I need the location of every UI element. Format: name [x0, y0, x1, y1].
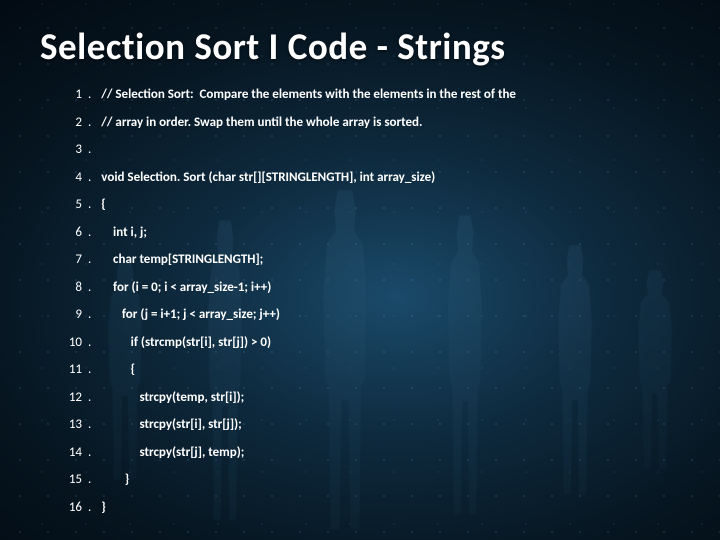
code-line: 14. strcpy(str[j], temp);: [62, 446, 690, 459]
code-block: 1. // Selection Sort: Compare the element…: [62, 88, 690, 528]
line-text: {: [101, 363, 135, 376]
line-number: 16: [62, 501, 82, 514]
line-number-dot: .: [88, 143, 91, 156]
line-text: void Selection. Sort (char str[][STRINGL…: [101, 171, 435, 184]
line-number-dot: .: [88, 253, 91, 266]
slide: Selection Sort I Code - Strings 1. // Sel…: [0, 0, 720, 540]
line-number-dot: .: [88, 308, 91, 321]
line-text: {: [101, 198, 105, 211]
line-number: 11: [62, 363, 82, 376]
line-number: 5: [62, 198, 82, 211]
code-line: 8. for (i = 0; i < array_size-1; i++): [62, 281, 690, 294]
line-text: for (i = 0; i < array_size-1; i++): [101, 281, 271, 294]
line-number-dot: .: [88, 116, 91, 129]
code-line: 13. strcpy(str[i], str[j]);: [62, 418, 690, 431]
line-text: strcpy(str[i], str[j]);: [101, 418, 241, 431]
line-number-dot: .: [88, 363, 91, 376]
line-text: // array in order. Swap them until the w…: [101, 116, 422, 129]
line-text: }: [101, 473, 129, 486]
code-line: 2. // array in order. Swap them until the…: [62, 116, 690, 129]
code-line: 16.}: [62, 501, 690, 514]
code-line: 5. {: [62, 198, 690, 211]
line-text: }: [101, 501, 105, 514]
line-number: 10: [62, 336, 82, 349]
line-number: 9: [62, 308, 82, 321]
line-number-dot: .: [88, 473, 91, 486]
line-number: 8: [62, 281, 82, 294]
line-number: 15: [62, 473, 82, 486]
code-line: 15. }: [62, 473, 690, 486]
line-number: 2: [62, 116, 82, 129]
line-number-dot: .: [88, 418, 91, 431]
code-line: 3.: [62, 143, 690, 156]
line-number: 14: [62, 446, 82, 459]
line-number: 3: [62, 143, 82, 156]
line-number: 12: [62, 391, 82, 404]
code-line: 12. strcpy(temp, str[i]);: [62, 391, 690, 404]
line-number: 13: [62, 418, 82, 431]
code-line: 9. for (j = i+1; j < array_size; j++): [62, 308, 690, 321]
line-number-dot: .: [88, 281, 91, 294]
line-number-dot: .: [88, 336, 91, 349]
line-number: 4: [62, 171, 82, 184]
code-line: 11. {: [62, 363, 690, 376]
line-number-dot: .: [88, 171, 91, 184]
code-line: 1. // Selection Sort: Compare the element…: [62, 88, 690, 101]
line-text: strcpy(temp, str[i]);: [101, 391, 244, 404]
line-number-dot: .: [88, 198, 91, 211]
code-line: 4. void Selection. Sort (char str[][STRIN…: [62, 171, 690, 184]
line-number-dot: .: [88, 446, 91, 459]
line-number: 6: [62, 226, 82, 239]
line-number-dot: .: [88, 391, 91, 404]
line-text: for (j = i+1; j < array_size; j++): [101, 308, 280, 321]
code-line: 10. if (strcmp(str[i], str[j]) > 0): [62, 336, 690, 349]
code-line: 6. int i, j;: [62, 226, 690, 239]
line-number: 7: [62, 253, 82, 266]
line-number-dot: .: [88, 226, 91, 239]
slide-title: Selection Sort I Code - Strings: [40, 24, 700, 69]
line-text: if (strcmp(str[i], str[j]) > 0): [101, 336, 271, 349]
line-text: strcpy(str[j], temp);: [101, 446, 244, 459]
line-text: char temp[STRINGLENGTH];: [101, 253, 263, 266]
line-text: // Selection Sort: Compare the elements …: [101, 88, 516, 101]
code-line: 7. char temp[STRINGLENGTH];: [62, 253, 690, 266]
line-number: 1: [62, 88, 82, 101]
line-text: int i, j;: [101, 226, 147, 239]
line-number-dot: .: [88, 88, 91, 101]
line-number-dot: .: [88, 501, 91, 514]
